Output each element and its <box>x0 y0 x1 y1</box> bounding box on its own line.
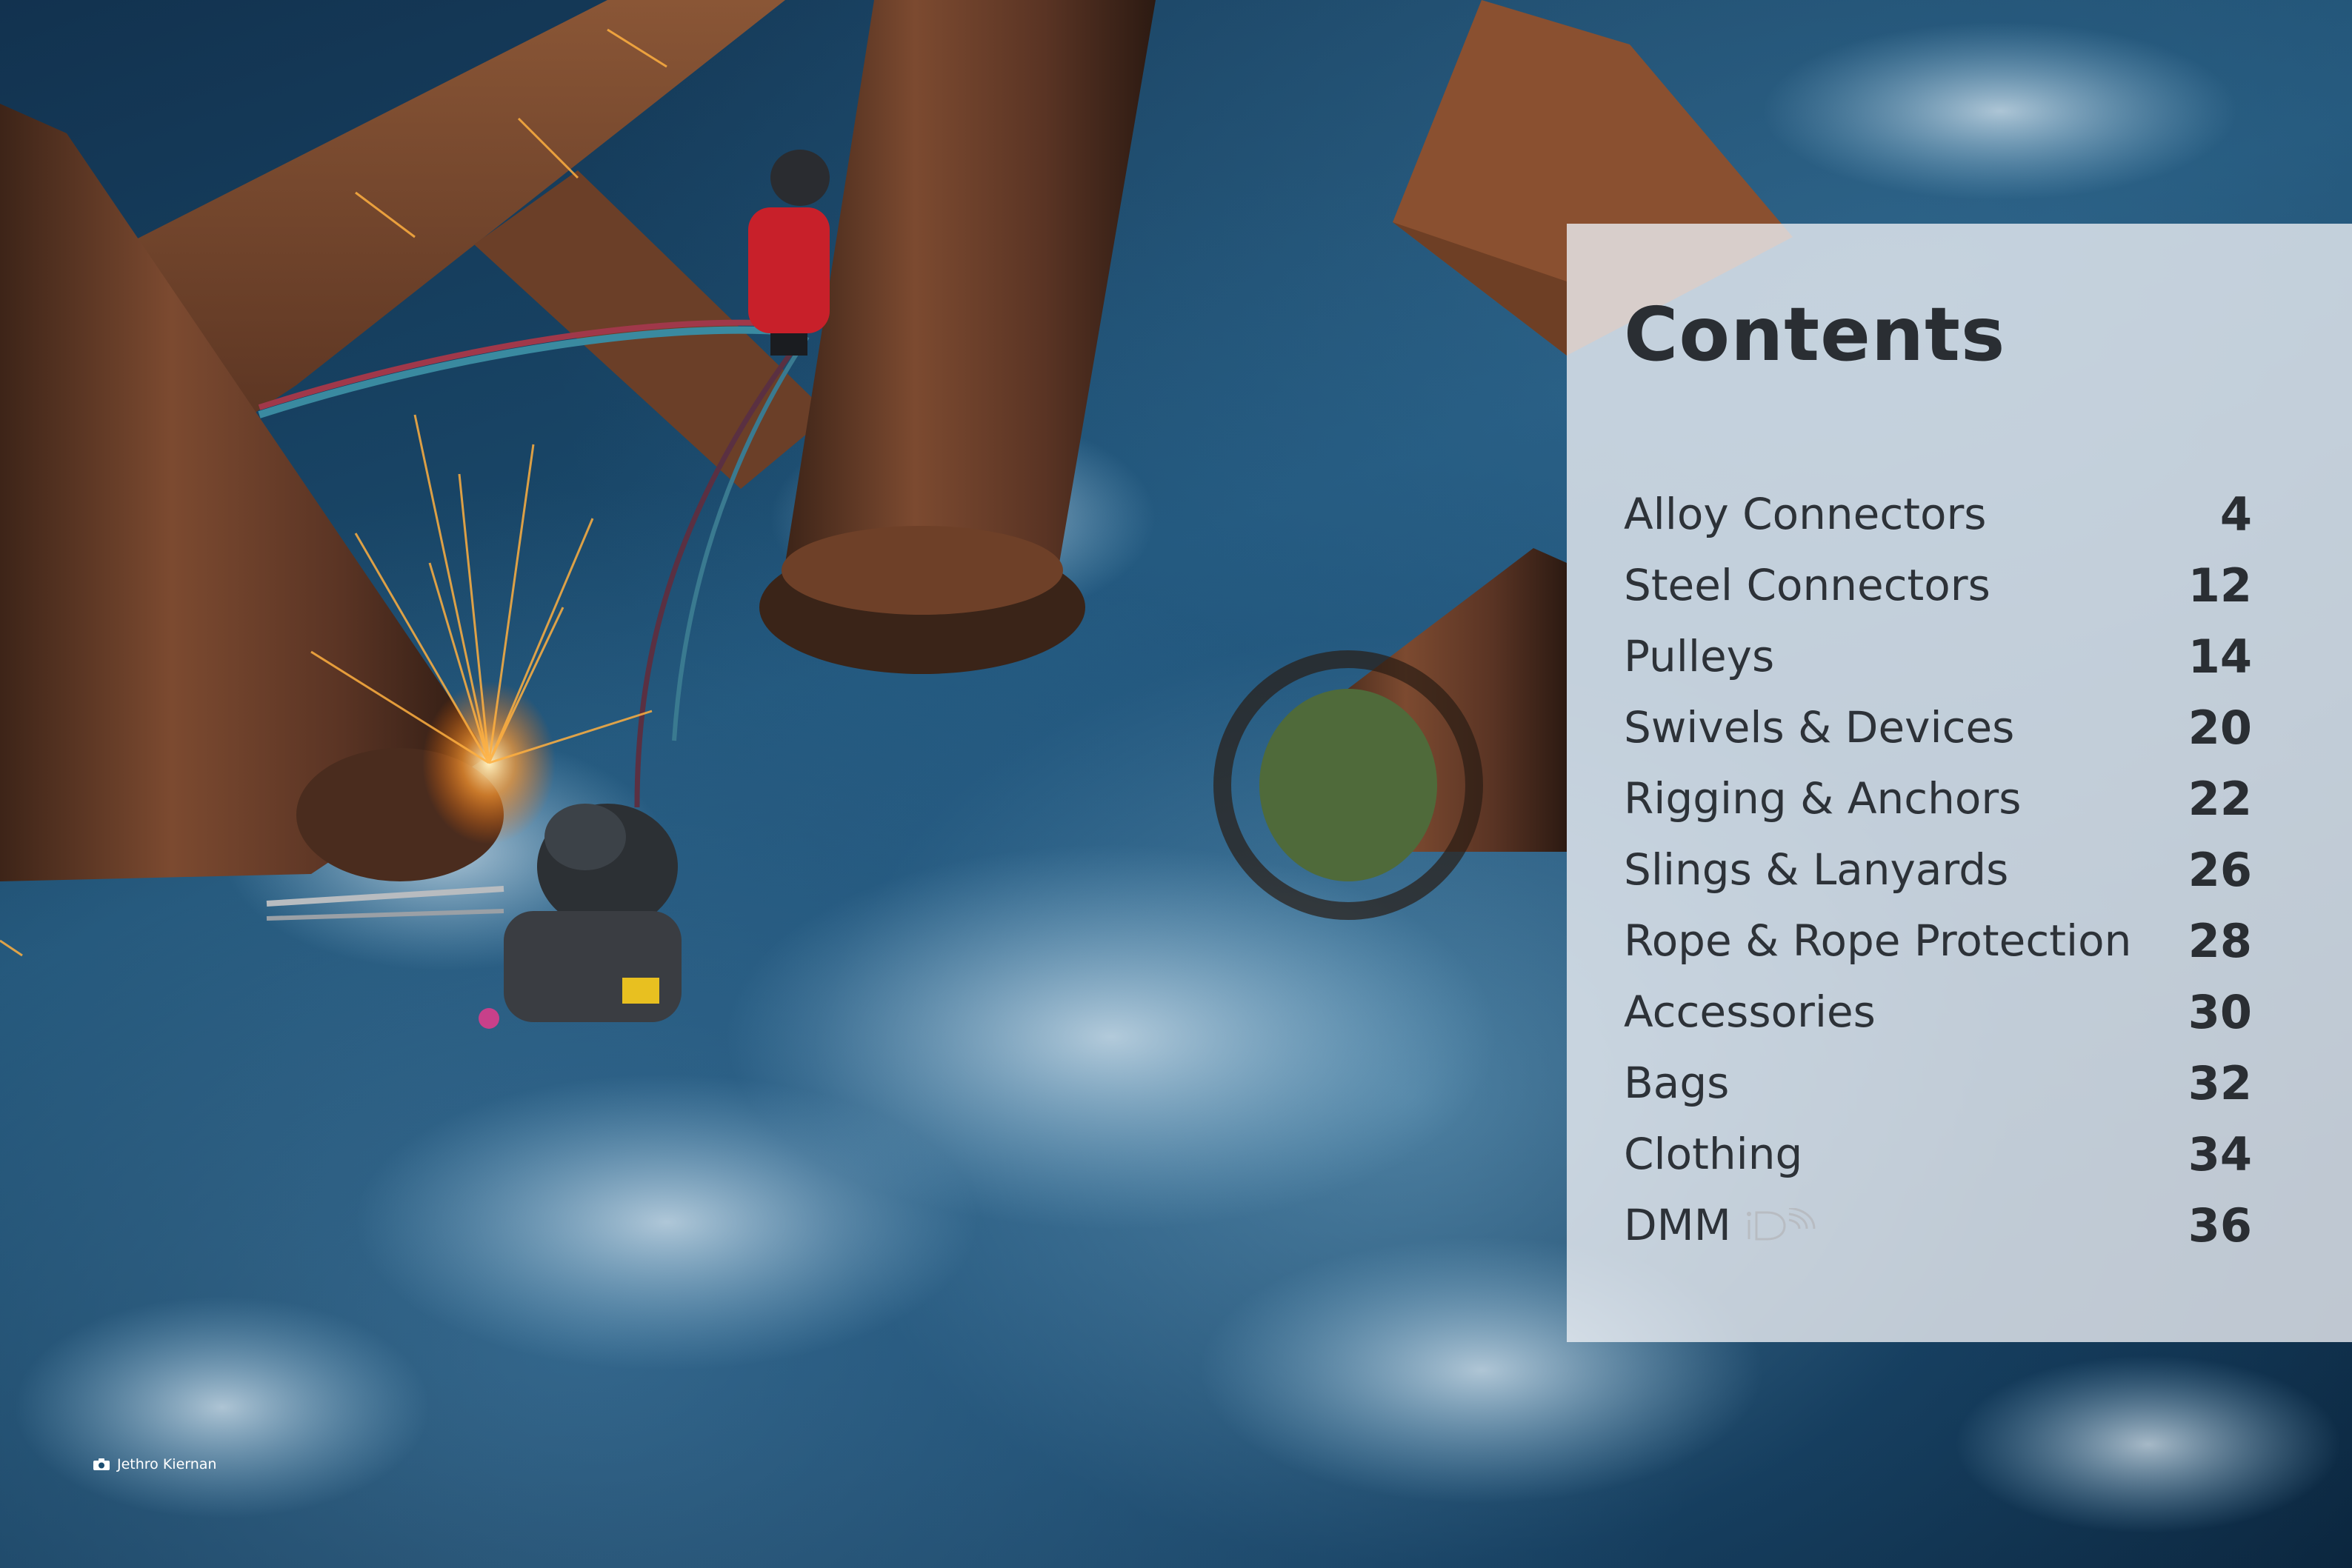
toc-page-number: 20 <box>2188 700 2252 755</box>
toc-label-text: DMM <box>1624 1200 1731 1250</box>
toc-label: DMM <box>1624 1200 1816 1250</box>
toc-page-number: 28 <box>2188 913 2252 968</box>
toc-item-clothing[interactable]: Clothing 34 <box>1624 1118 2252 1190</box>
toc-page-number: 12 <box>2188 558 2252 613</box>
toc-label: Rope & Rope Protection <box>1624 915 2132 966</box>
toc-label: Clothing <box>1624 1129 1803 1179</box>
toc-item-dmm-id[interactable]: DMM 36 <box>1624 1190 2252 1261</box>
toc-label: Accessories <box>1624 987 1876 1037</box>
right-pillar <box>1213 548 1567 920</box>
toc-item-alloy-connectors[interactable]: Alloy Connectors 4 <box>1624 478 2252 550</box>
catalogue-page: Contents Alloy Connectors 4 Steel Connec… <box>0 0 2352 1568</box>
rope-access-worker-upper <box>748 150 830 356</box>
contents-panel: Contents Alloy Connectors 4 Steel Connec… <box>1567 224 2352 1342</box>
dmm-id-logo-icon <box>1746 1208 1816 1241</box>
toc-page-number: 34 <box>2188 1127 2252 1181</box>
table-of-contents: Alloy Connectors 4 Steel Connectors 12 P… <box>1624 478 2252 1261</box>
toc-page-number: 22 <box>2188 771 2252 826</box>
toc-page-number: 4 <box>2219 487 2252 541</box>
toc-label: Alloy Connectors <box>1624 489 1987 539</box>
toc-item-bags[interactable]: Bags 32 <box>1624 1047 2252 1118</box>
contents-title: Contents <box>1624 291 2006 378</box>
toc-item-pulleys[interactable]: Pulleys 14 <box>1624 621 2252 692</box>
toc-label: Swivels & Devices <box>1624 702 2015 753</box>
photo-credit-name: Jethro Kiernan <box>117 1456 217 1472</box>
toc-page-number: 26 <box>2188 842 2252 897</box>
toc-page-number: 30 <box>2188 984 2252 1039</box>
photo-credit: Jethro Kiernan <box>93 1456 216 1472</box>
toc-item-steel-connectors[interactable]: Steel Connectors 12 <box>1624 550 2252 621</box>
toc-label: Pulleys <box>1624 631 1775 681</box>
toc-label: Slings & Lanyards <box>1624 844 2009 895</box>
toc-label: Bags <box>1624 1058 1730 1108</box>
toc-item-accessories[interactable]: Accessories 30 <box>1624 976 2252 1047</box>
toc-label: Steel Connectors <box>1624 560 1990 610</box>
toc-page-number: 32 <box>2188 1055 2252 1110</box>
camera-icon <box>93 1458 110 1470</box>
toc-item-rope-protection[interactable]: Rope & Rope Protection 28 <box>1624 905 2252 976</box>
toc-item-rigging-anchors[interactable]: Rigging & Anchors 22 <box>1624 763 2252 834</box>
toc-item-swivels-devices[interactable]: Swivels & Devices 20 <box>1624 692 2252 763</box>
toc-item-slings-lanyards[interactable]: Slings & Lanyards 26 <box>1624 834 2252 905</box>
toc-label: Rigging & Anchors <box>1624 773 2022 824</box>
toc-page-number: 36 <box>2188 1198 2252 1252</box>
toc-page-number: 14 <box>2188 629 2252 684</box>
